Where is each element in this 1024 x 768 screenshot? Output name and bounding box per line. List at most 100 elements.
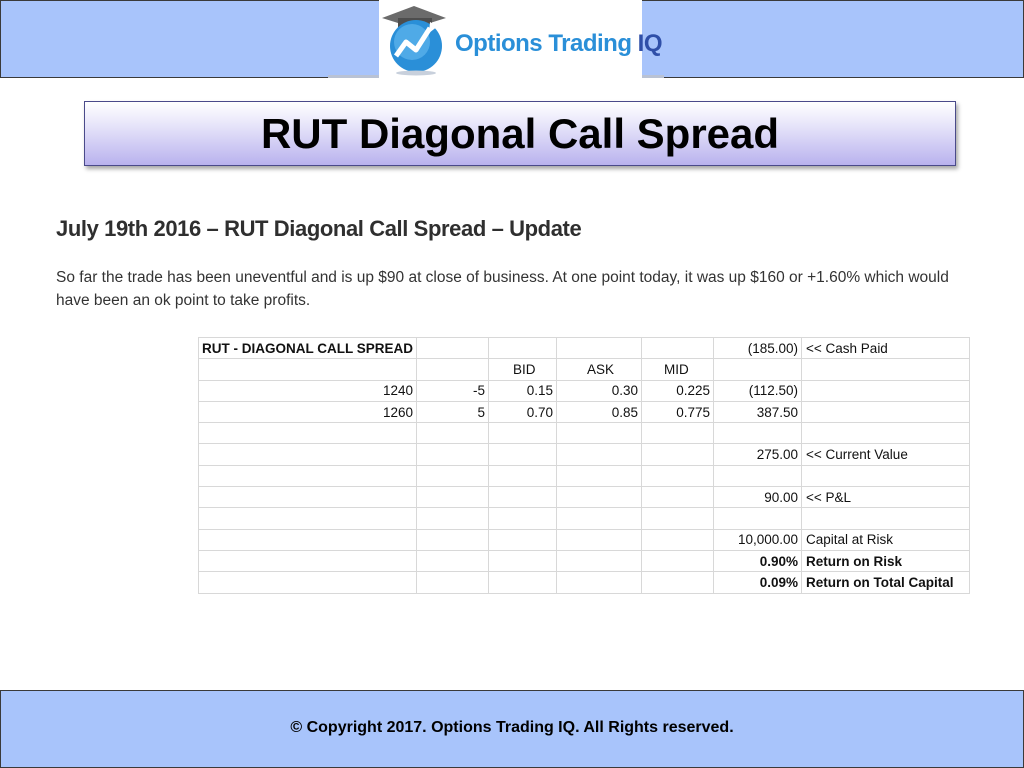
table-cell	[713, 422, 803, 445]
table-row: BID ASK MID	[197, 358, 971, 381]
table-row: 0.09% Return on Total Capital	[197, 571, 971, 594]
table-cell	[801, 358, 971, 381]
table-cell: 90.00	[713, 486, 803, 509]
table-cell: BID	[488, 358, 558, 381]
table-cell	[641, 528, 715, 551]
table-row: 1260 5 0.70 0.85 0.775 387.50	[197, 400, 971, 424]
table-cell	[556, 336, 643, 360]
table-cell: MID	[641, 358, 715, 381]
table-cell	[556, 486, 643, 509]
table-row	[197, 422, 971, 445]
table-cell	[416, 358, 490, 381]
table-cell: Capital at Risk	[801, 528, 971, 551]
table-cell	[416, 336, 490, 360]
table-cell	[556, 422, 643, 445]
table-row: 0.90% Return on Risk	[197, 549, 971, 573]
table-cell: 387.50	[713, 400, 803, 424]
post-body: So far the trade has been uneventful and…	[56, 269, 949, 309]
table-cell	[488, 571, 558, 594]
table-cell	[197, 571, 418, 594]
table-cell: (112.50)	[713, 379, 803, 402]
footer-band: © Copyright 2017. Options Trading IQ. Al…	[0, 690, 1024, 768]
table-cell: Return on Total Capital	[801, 571, 971, 594]
table-cell: 0.85	[556, 400, 643, 424]
table-cell	[488, 464, 558, 488]
table-cell	[641, 443, 715, 466]
table-cell	[488, 486, 558, 509]
copyright-text: © Copyright 2017. Options Trading IQ. Al…	[290, 719, 734, 736]
table-cell: 275.00	[713, 443, 803, 466]
table-cell	[488, 507, 558, 530]
table-row	[197, 464, 971, 488]
table-cell	[641, 571, 715, 594]
table-cell	[713, 464, 803, 488]
table-cell	[416, 549, 490, 573]
table-cell	[197, 464, 418, 488]
table-cell	[488, 443, 558, 466]
table-cell: 1240	[197, 379, 418, 402]
table-cell: 0.30	[556, 379, 643, 402]
table-row: 90.00 << P&L	[197, 486, 971, 509]
graduation-cap-globe-icon	[382, 6, 446, 76]
table-cell	[556, 464, 643, 488]
table-cell	[416, 464, 490, 488]
table-cell	[556, 571, 643, 594]
table-cell: Return on Risk	[801, 549, 971, 573]
table-cell	[197, 549, 418, 573]
table-cell: ASK	[556, 358, 643, 381]
table-cell	[416, 571, 490, 594]
logo-text-suffix: IQ	[637, 30, 663, 57]
table-cell	[488, 336, 558, 360]
table-cell	[197, 358, 418, 381]
table-cell: 1260	[197, 400, 418, 424]
table-cell: << Current Value	[801, 443, 971, 466]
table-cell: 5	[416, 400, 490, 424]
table-cell: (185.00)	[713, 336, 803, 360]
table-cell: 0.775	[641, 400, 715, 424]
table-cell	[416, 443, 490, 466]
table-cell	[197, 528, 418, 551]
table-cell	[801, 379, 971, 402]
table-cell: 0.70	[488, 400, 558, 424]
table-cell	[488, 549, 558, 573]
table-cell	[801, 400, 971, 424]
table-cell	[641, 507, 715, 530]
table-cell	[556, 443, 643, 466]
table-cell	[488, 422, 558, 445]
table-cell	[641, 486, 715, 509]
table-cell	[713, 358, 803, 381]
table-cell	[801, 464, 971, 488]
table-cell	[556, 507, 643, 530]
table-cell	[197, 507, 418, 530]
table-cell	[488, 528, 558, 551]
table-row: 10,000.00 Capital at Risk	[197, 528, 971, 551]
table-cell: 0.15	[488, 379, 558, 402]
table-cell	[641, 422, 715, 445]
table-cell: 10,000.00	[713, 528, 803, 551]
table-cell	[197, 422, 418, 445]
table-cell: RUT - DIAGONAL CALL SPREAD	[197, 336, 418, 360]
spreadsheet-table: RUT - DIAGONAL CALL SPREAD (185.00) << Cas…	[197, 336, 971, 594]
table-row: RUT - DIAGONAL CALL SPREAD (185.00) << Cas…	[197, 336, 971, 360]
table-cell	[641, 464, 715, 488]
table-cell	[556, 528, 643, 551]
table-cell	[416, 528, 490, 551]
table-cell: 0.90%	[713, 549, 803, 573]
table-cell	[801, 507, 971, 530]
table-cell: -5	[416, 379, 490, 402]
table-cell	[416, 507, 490, 530]
table-row: 275.00 << Current Value	[197, 443, 971, 466]
table-cell	[197, 486, 418, 509]
table-cell	[641, 549, 715, 573]
table-row: 1240 -5 0.15 0.30 0.225 (112.50)	[197, 379, 971, 402]
table-cell: << P&L	[801, 486, 971, 509]
logo-text: Options Trading IQ	[455, 30, 663, 58]
slide-title: RUT Diagonal Call Spread	[84, 101, 956, 166]
table-cell	[713, 507, 803, 530]
post-heading: July 19th 2016 – RUT Diagonal Call Sprea…	[56, 216, 582, 241]
table-cell: 0.09%	[713, 571, 803, 594]
table-cell: << Cash Paid	[801, 336, 971, 360]
table-cell	[801, 422, 971, 445]
table-cell	[641, 336, 715, 360]
table-cell	[416, 422, 490, 445]
